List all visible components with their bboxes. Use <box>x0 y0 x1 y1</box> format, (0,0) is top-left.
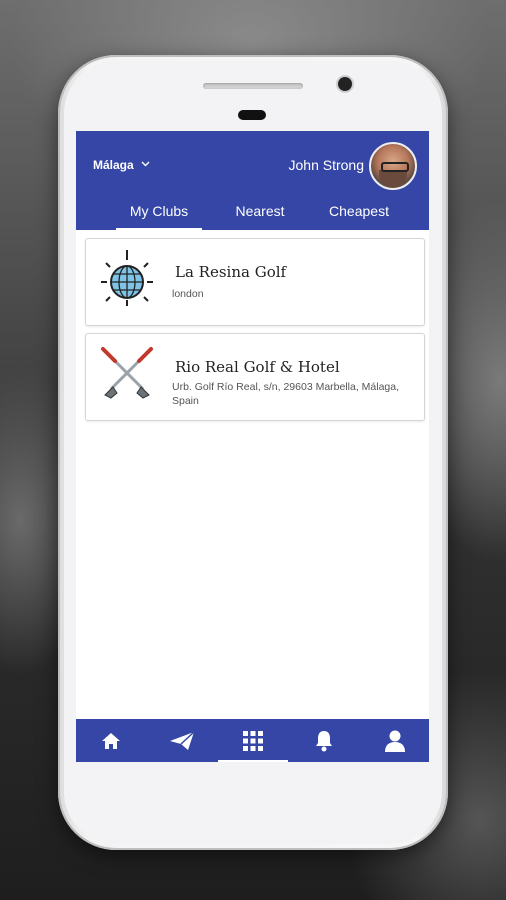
app-header: Málaga John Strong My Clubs Nearest Chea… <box>76 131 429 230</box>
club-card[interactable]: Rio Real Golf & Hotel Urb. Golf Río Real… <box>85 333 425 421</box>
bottom-nav <box>76 719 429 762</box>
tab-label: Cheapest <box>329 203 389 219</box>
city-label: Málaga <box>93 158 134 172</box>
tab-cheapest[interactable]: Cheapest <box>314 203 404 230</box>
tab-bar: My Clubs Nearest Cheapest <box>116 203 416 230</box>
disco-globe-icon <box>101 250 153 306</box>
phone-speaker <box>203 83 303 89</box>
user-icon <box>385 730 405 752</box>
chevron-down-icon <box>141 161 150 167</box>
bell-icon <box>316 730 332 751</box>
tab-label: Nearest <box>235 203 285 219</box>
club-name: Rio Real Golf & Hotel <box>175 358 340 376</box>
avatar[interactable] <box>369 142 417 190</box>
tab-my-clubs[interactable]: My Clubs <box>116 203 202 230</box>
club-address: london <box>172 288 204 300</box>
nav-profile[interactable] <box>360 719 429 762</box>
app-screen: Málaga John Strong My Clubs Nearest Chea… <box>76 131 429 762</box>
tab-nearest[interactable]: Nearest <box>220 203 300 230</box>
club-name: La Resina Golf <box>175 263 287 281</box>
avatar-beard <box>379 170 407 188</box>
phone-sensor <box>238 110 266 120</box>
nav-grid[interactable] <box>218 719 288 762</box>
phone-camera <box>338 77 352 91</box>
city-selector[interactable]: Málaga <box>93 158 150 172</box>
nav-send[interactable] <box>147 719 217 762</box>
club-card[interactable]: La Resina Golf london <box>85 238 425 326</box>
user-name[interactable]: John Strong <box>289 157 365 173</box>
crossed-golf-clubs-icon <box>101 347 153 399</box>
avatar-glasses <box>381 162 409 172</box>
club-address: Urb. Golf Río Real, s/n, 29603 Marbella,… <box>172 381 400 407</box>
grid-icon <box>243 730 263 751</box>
nav-home[interactable] <box>76 719 146 762</box>
home-icon <box>102 732 120 749</box>
tab-label: My Clubs <box>129 203 189 219</box>
nav-notifications[interactable] <box>289 719 359 762</box>
send-icon <box>170 730 195 750</box>
